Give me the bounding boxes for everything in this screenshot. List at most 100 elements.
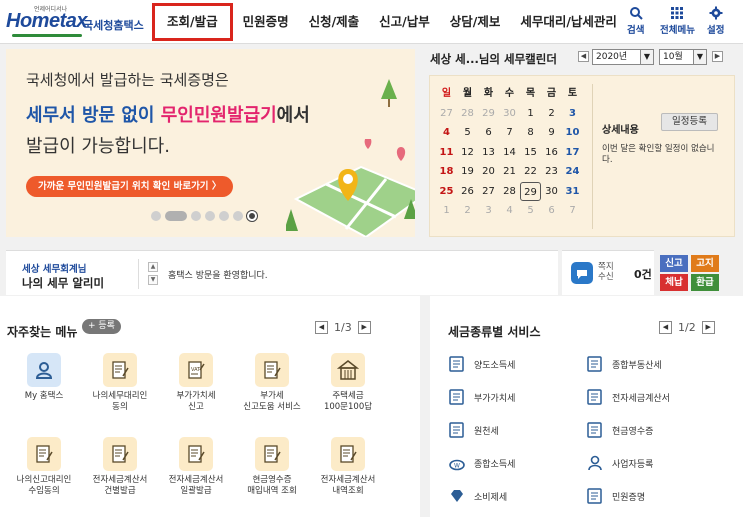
calendar-day[interactable]: 6 — [478, 123, 499, 143]
slide-dot[interactable] — [191, 211, 201, 221]
calendar-day[interactable]: 27 — [436, 104, 457, 124]
message-box[interactable]: 쪽지 수신 0건 — [562, 250, 654, 295]
tax-service-item[interactable]: 전자세금계산서 — [586, 388, 670, 406]
tag-report[interactable]: 신고 — [660, 255, 688, 272]
calendar-day[interactable]: 7 — [562, 201, 583, 221]
calendar-day[interactable]: 3 — [478, 201, 499, 221]
slide-dot[interactable] — [205, 211, 215, 221]
calendar-day[interactable]: 26 — [457, 182, 478, 202]
month-select[interactable]: 10월 ▼ — [659, 49, 707, 65]
nav-tax-agent[interactable]: 세무대리/납세관리 — [510, 0, 627, 44]
calendar-day[interactable]: 5 — [457, 123, 478, 143]
tag-arrears[interactable]: 체납 — [660, 274, 688, 291]
calendar-day[interactable]: 28 — [499, 182, 520, 202]
calendar-day[interactable]: 1 — [436, 201, 457, 221]
slide-dot[interactable] — [219, 211, 229, 221]
calendar-day[interactable]: 20 — [478, 162, 499, 182]
tax-service-item[interactable]: 원천세 — [448, 421, 499, 439]
calendar-day[interactable]: 14 — [499, 143, 520, 163]
calendar-day[interactable]: 27 — [478, 182, 499, 202]
calendar-day[interactable]: 7 — [499, 123, 520, 143]
next-page-button[interactable]: ▶ — [357, 321, 371, 334]
tax-service-item[interactable]: 사업자등록 — [586, 454, 653, 472]
slide-stop-button[interactable] — [247, 211, 257, 221]
calendar-day[interactable]: 2 — [457, 201, 478, 221]
calendar-day[interactable]: 11 — [436, 143, 457, 163]
calendar-day[interactable]: 24 — [562, 162, 583, 182]
favorite-menu-item[interactable]: 부가세 신고도움 서비스 — [234, 353, 310, 413]
logo-subtitle: 국세청홈택스 — [83, 19, 144, 32]
calendar-day[interactable]: 25 — [436, 182, 457, 202]
calendar-day[interactable]: 17 — [562, 143, 583, 163]
all-menu-button[interactable]: 전체메뉴 — [660, 6, 695, 36]
nav-civil-certificate[interactable]: 민원증명 — [233, 0, 299, 44]
prev-page-button[interactable]: ◀ — [659, 321, 672, 334]
tax-service-item[interactable]: 종합부동산세 — [586, 355, 662, 373]
calendar-day[interactable]: 31 — [562, 182, 583, 202]
add-favorite-button[interactable]: + 등록 — [82, 319, 121, 334]
calendar-day[interactable]: 9 — [541, 123, 562, 143]
calendar-day[interactable]: 19 — [457, 162, 478, 182]
nav-consultation-report[interactable]: 상담/제보 — [440, 0, 511, 44]
tax-service-item[interactable]: 부가가치세 — [448, 388, 515, 406]
favorite-menu-item[interactable]: 전자세금계산서 건별발급 — [82, 437, 158, 497]
nav-report-payment[interactable]: 신고/납부 — [369, 0, 440, 44]
calendar-day[interactable]: 3 — [562, 104, 583, 124]
calendar-day[interactable]: 16 — [541, 143, 562, 163]
calendar-day[interactable]: 2 — [541, 104, 562, 124]
calendar-day[interactable]: 4 — [436, 123, 457, 143]
hometax-logo[interactable]: 언제어디서나 Hometax 국세청홈택스 — [6, 4, 151, 40]
settings-button[interactable]: 설정 — [707, 6, 724, 36]
calendar-day[interactable]: 10 — [562, 123, 583, 143]
favorite-menu-item[interactable]: 전자세금계산서 일괄발급 — [158, 437, 234, 497]
calendar-day[interactable]: 29 — [478, 104, 499, 124]
calendar-day[interactable]: 30 — [499, 104, 520, 124]
calendar-prev-year-button[interactable]: ◀ — [578, 51, 589, 62]
calendar-day[interactable]: 1 — [520, 104, 541, 124]
favorite-menu-item[interactable]: 현금영수증 매입내역 조회 — [234, 437, 310, 497]
calendar-day[interactable]: 22 — [520, 162, 541, 182]
next-page-button[interactable]: ▶ — [701, 321, 715, 334]
calendar-day[interactable]: 29 — [520, 181, 541, 201]
favorite-menu-item[interactable]: 전자세금계산서 내역조회 — [310, 437, 386, 497]
tax-service-item[interactable]: 소비제세 — [448, 487, 507, 505]
tax-service-item[interactable]: 양도소득세 — [448, 355, 515, 373]
notice-down-button[interactable]: ▼ — [148, 275, 158, 285]
favorite-menu-item[interactable]: VAT 부가가치세 신고 — [158, 353, 234, 413]
search-button[interactable]: 검색 — [627, 6, 644, 36]
favorite-menu-item[interactable]: 주택세금 100문100답 — [310, 353, 386, 413]
calendar-day[interactable]: 18 — [436, 162, 457, 182]
calendar-day[interactable]: 15 — [520, 143, 541, 163]
favorite-menu-item[interactable]: 나의신고대리인 수임동의 — [6, 437, 82, 497]
tax-service-item[interactable]: W 종합소득세 — [448, 454, 515, 472]
calendar-next-button[interactable]: ▶ — [712, 51, 723, 62]
tax-service-item[interactable]: 현금영수증 — [586, 421, 653, 439]
calendar-day[interactable]: 4 — [499, 201, 520, 221]
calendar-day[interactable]: 21 — [499, 162, 520, 182]
notice-up-button[interactable]: ▲ — [148, 262, 158, 272]
calendar-day[interactable]: 12 — [457, 143, 478, 163]
nav-application-submission[interactable]: 신청/제출 — [299, 0, 370, 44]
calendar-day[interactable]: 30 — [541, 182, 562, 202]
kiosk-location-button[interactable]: 가까운 무인민원발급기 위치 확인 바로가기 〉 — [26, 176, 234, 197]
favorite-menu-item[interactable]: My 홈택스 — [6, 353, 82, 402]
slide-dot-active[interactable] — [165, 211, 187, 221]
notice-message[interactable]: 홈택스 방문을 환영합니다. — [168, 268, 268, 281]
calendar-day[interactable]: 23 — [541, 162, 562, 182]
slide-dot[interactable] — [233, 211, 243, 221]
slide-dot[interactable] — [151, 211, 161, 221]
prev-page-button[interactable]: ◀ — [315, 321, 328, 334]
calendar-day[interactable]: 13 — [478, 143, 499, 163]
calendar-day[interactable]: 5 — [520, 201, 541, 221]
calendar-day[interactable]: 6 — [541, 201, 562, 221]
register-schedule-button[interactable]: 일정등록 — [661, 113, 718, 131]
tag-notice[interactable]: 고지 — [691, 255, 719, 272]
nav-inquiry-issuance[interactable]: 조회/발급 — [152, 3, 233, 41]
favorite-menu-item[interactable]: 나의세무대리인 동의 — [82, 353, 158, 413]
promo-banner[interactable]: 국세청에서 발급하는 국세증명은 세무서 방문 없이 무인민원발급기에서 발급이… — [6, 49, 415, 237]
tag-refund[interactable]: 환급 — [691, 274, 719, 291]
tax-service-item[interactable]: 민원증명 — [586, 487, 645, 505]
calendar-day[interactable]: 28 — [457, 104, 478, 124]
calendar-day[interactable]: 8 — [520, 123, 541, 143]
year-select[interactable]: 2020년 ▼ — [592, 49, 654, 65]
